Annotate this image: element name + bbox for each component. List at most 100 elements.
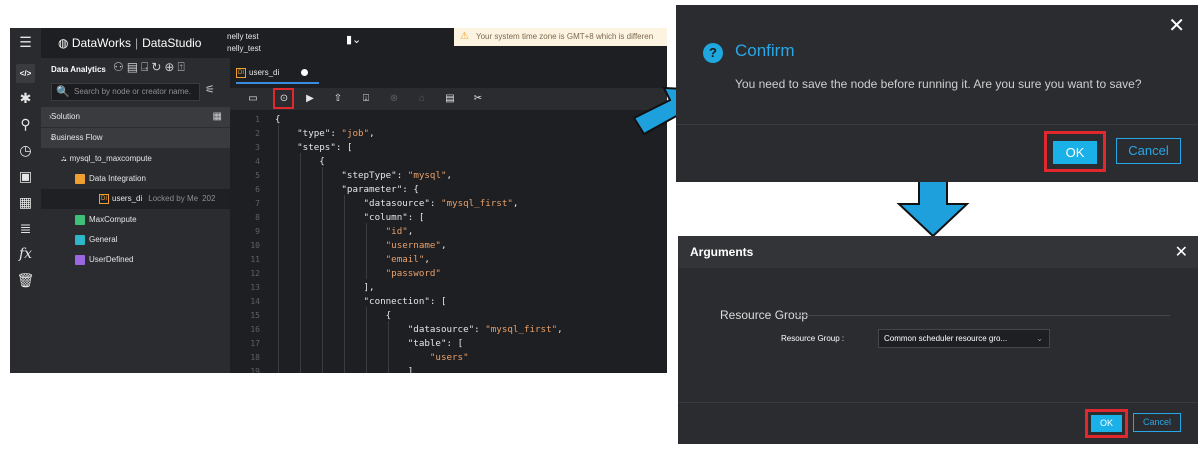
code-line: "connection": [: [363, 296, 447, 307]
sidebar: Data Analytics ⚇▤⍈↻⊕⍐ 🔍 Search by node o…: [41, 58, 230, 373]
ok-button-highlight: OK: [1085, 409, 1128, 438]
list-icon[interactable]: ≣: [16, 219, 35, 238]
section-divider: [794, 315, 1170, 316]
line-number: 15: [250, 311, 260, 320]
cancel-button[interactable]: Cancel: [1116, 138, 1181, 164]
ok-button[interactable]: OK: [1091, 415, 1122, 432]
tree-label-solution: Solution: [51, 112, 80, 121]
chevron-down-icon: ⌄: [61, 154, 68, 163]
run-icon[interactable]: ⊙: [276, 91, 292, 107]
divider: [676, 124, 1198, 125]
code-line: ],: [275, 282, 375, 293]
code-line: "type": "job",: [297, 128, 375, 139]
hamburger-menu-icon[interactable]: ☰: [16, 33, 35, 52]
code-line: "users": [429, 352, 469, 363]
table-icon[interactable]: ▦: [16, 193, 35, 212]
close-icon[interactable]: ✕: [1175, 242, 1188, 262]
close-icon[interactable]: ✕: [1168, 13, 1185, 38]
tree-item-workflow[interactable]: ⌄⛬ mysql_to_maxcompute: [41, 149, 230, 169]
function-icon[interactable]: fx: [16, 245, 35, 264]
tree-label-data-integration: Data Integration: [89, 174, 146, 183]
export-icon[interactable]: ⍐: [177, 60, 187, 74]
save-icon[interactable]: ▭: [245, 91, 261, 107]
workspace-name: nelly test: [227, 32, 259, 41]
tab-active-indicator: [236, 82, 319, 84]
briefcase-icon[interactable]: ▣: [16, 167, 35, 186]
tools-icon[interactable]: ✂: [470, 91, 486, 107]
ok-button[interactable]: OK: [1053, 141, 1097, 164]
warning-icon: ⚠: [460, 31, 469, 42]
node-date: 202: [202, 194, 216, 203]
tree-label-general: General: [89, 235, 118, 244]
trash-icon[interactable]: 🗑: [16, 271, 35, 290]
line-number: 1: [255, 115, 260, 124]
bookmark-icon[interactable]: ▮⌄: [346, 33, 361, 46]
resource-group-select[interactable]: Common scheduler resource gro... ⌄: [878, 329, 1050, 348]
tree-item-general[interactable]: › General: [41, 230, 230, 250]
workspace-id: nelly_test: [227, 44, 261, 53]
code-line: "column": [: [363, 212, 425, 223]
lock-status: Locked by Me: [148, 194, 199, 203]
user-icon[interactable]: ⚇: [113, 60, 127, 74]
line-number: 9: [255, 227, 260, 236]
question-icon: ?: [703, 43, 723, 63]
activity-bar: ☰ </> ✱ ⚲ ◷ ▣ ▦ ≣ fx 🗑: [10, 28, 41, 373]
locate-icon[interactable]: ⊕: [164, 60, 177, 74]
ok-button-highlight: OK: [1044, 131, 1106, 172]
import-icon[interactable]: ⍈: [141, 60, 151, 74]
tree-item-data-integration[interactable]: ⌄ Data Integration: [41, 169, 230, 189]
document-icon[interactable]: ▤: [127, 60, 141, 74]
line-number: 6: [255, 185, 260, 194]
line-number: 12: [250, 269, 260, 278]
ide-window: ☰ </> ✱ ⚲ ◷ ▣ ▦ ≣ fx 🗑 ◍ DataWorks | DataS…: [10, 28, 667, 373]
search-icon: 🔍: [56, 86, 70, 98]
brand: ◍ DataWorks | DataStudio: [58, 36, 201, 50]
code-line: {: [275, 310, 392, 321]
lock-icon: ⌂: [418, 93, 426, 104]
tree-item-users-di[interactable]: DI users_di Locked by Me 202: [41, 189, 230, 209]
userdefined-icon: [75, 254, 85, 265]
code-line: "email",: [385, 254, 430, 265]
workspace-selector[interactable]: nelly test nelly_test: [227, 31, 261, 55]
cancel-button[interactable]: Cancel: [1133, 413, 1181, 432]
run-with-arguments-icon[interactable]: ▶: [302, 91, 318, 107]
code-line: "id",: [385, 226, 414, 237]
deploy-icon[interactable]: ⍗: [358, 91, 374, 107]
code-area[interactable]: { "type": "job", "steps": [ { "stepType"…: [275, 111, 667, 373]
timezone-warning: ⚠ Your system time zone is GMT+8 which i…: [454, 28, 667, 46]
grid-icon[interactable]: ▦: [213, 107, 222, 127]
tree-label-maxcompute: MaxCompute: [89, 215, 137, 224]
format-icon[interactable]: ▤: [442, 91, 458, 107]
tab-users-di[interactable]: DI users_di: [236, 64, 309, 82]
sidebar-tools: ⚇▤⍈↻⊕⍐: [113, 60, 188, 75]
code-icon[interactable]: </>: [16, 64, 35, 83]
line-number: 14: [250, 297, 260, 306]
stop-icon: ⊗: [389, 93, 399, 104]
resource-group-label: Resource Group :: [781, 334, 845, 343]
submit-icon[interactable]: ⇧: [330, 91, 346, 107]
chevron-right-icon: ›: [41, 210, 78, 230]
tree-item-maxcompute[interactable]: › MaxCompute: [41, 210, 230, 230]
code-line: "password": [385, 268, 441, 279]
search-icon[interactable]: ⚲: [16, 115, 35, 134]
clock-icon[interactable]: ◷: [16, 141, 35, 160]
line-number: 2: [255, 129, 260, 138]
confirm-dialog: ✕ ? Confirm You need to save the node be…: [676, 5, 1198, 182]
tree-item-userdefined[interactable]: › UserDefined: [41, 250, 230, 270]
tree-item-business-flow[interactable]: ⌄Business Flow: [41, 128, 230, 148]
chevron-right-icon: ›: [41, 250, 78, 270]
line-number: 16: [250, 325, 260, 334]
line-number-gutter: 1 2 3 4 5 6 7 8 9 10 11 12 13 14 15 16 1…: [230, 111, 266, 373]
logo-icon: ◍: [58, 36, 72, 50]
di-node-icon: DI: [99, 193, 109, 204]
line-number: 4: [255, 157, 260, 166]
refresh-icon[interactable]: ↻: [151, 60, 164, 74]
workflow-icon: ⛬: [61, 154, 67, 163]
line-number: 8: [255, 213, 260, 222]
filter-icon[interactable]: ⚟: [205, 83, 215, 96]
tree-item-solution[interactable]: ›Solution ▦: [41, 107, 230, 127]
line-number: 3: [255, 143, 260, 152]
code-line: "table": [: [407, 338, 464, 349]
puzzle-icon[interactable]: ✱: [16, 89, 35, 108]
search-input[interactable]: 🔍 Search by node or creator name.: [51, 83, 200, 101]
